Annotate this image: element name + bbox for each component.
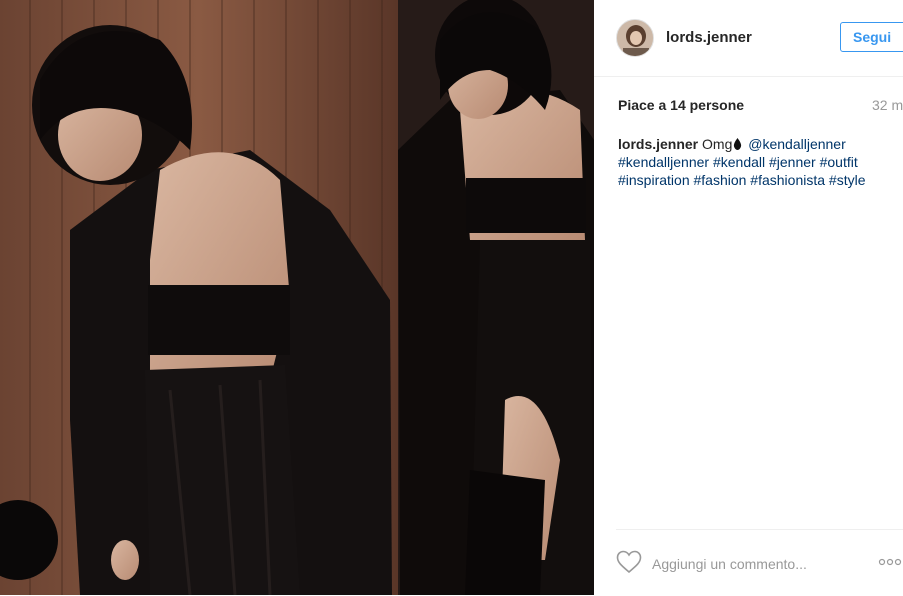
post-header: lords.jenner Segui xyxy=(594,0,903,77)
post-caption: lords.jenner Omg @kendalljenner #kendall… xyxy=(618,135,898,189)
photo-image xyxy=(0,0,594,595)
comment-input[interactable]: Aggiungi un commento... xyxy=(652,556,807,572)
header-username[interactable]: lords.jenner xyxy=(666,29,752,46)
post-timestamp[interactable]: 32 m xyxy=(872,97,903,113)
post-footer: Aggiungi un commento... xyxy=(616,529,903,596)
follow-button[interactable]: Segui xyxy=(840,22,903,52)
avatar-image xyxy=(617,20,653,56)
heart-outline-icon[interactable] xyxy=(616,550,642,574)
caption-mention[interactable]: @kendalljenner xyxy=(748,136,846,152)
ellipsis-icon[interactable] xyxy=(878,556,903,568)
post-photo[interactable] xyxy=(0,0,594,595)
caption-hashtags-line1[interactable]: #kendalljenner #kendall #jenner #outfit xyxy=(618,154,858,170)
likes-count[interactable]: Piace a 14 persone xyxy=(618,97,744,113)
avatar[interactable] xyxy=(616,19,654,57)
post-sidebar: lords.jenner Segui Piace a 14 persone 32… xyxy=(594,0,903,595)
droplet-emoji-icon xyxy=(734,138,742,150)
caption-hashtags-line2[interactable]: #inspiration #fashion #fashionista #styl… xyxy=(618,172,866,188)
caption-text: Omg xyxy=(702,136,733,152)
caption-username[interactable]: lords.jenner xyxy=(618,136,698,152)
